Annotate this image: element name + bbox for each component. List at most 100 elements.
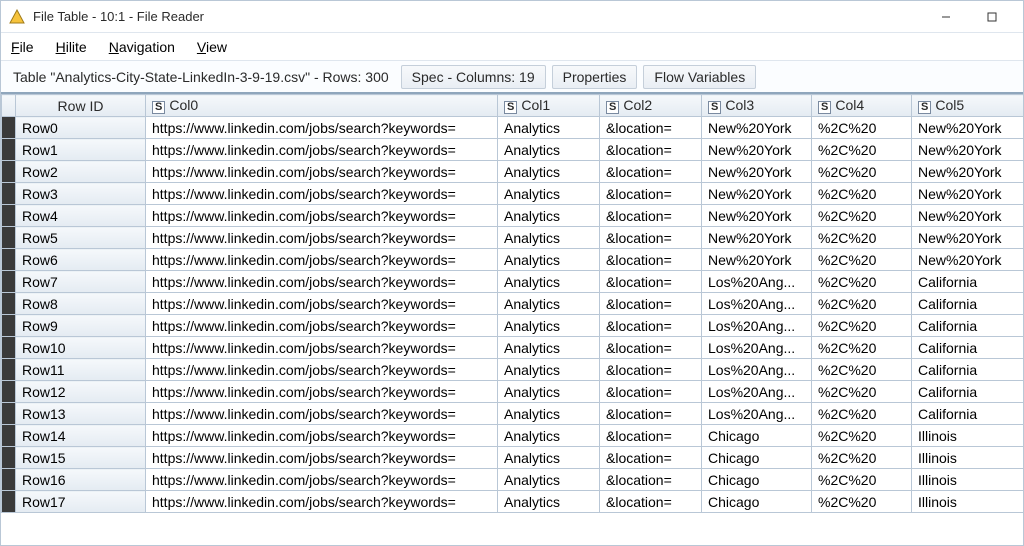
col-header-col2[interactable]: SCol2 [600,95,702,117]
data-cell[interactable]: Analytics [498,117,600,139]
table-row[interactable]: Row2https://www.linkedin.com/jobs/search… [2,161,1024,183]
data-cell[interactable]: %2C%20 [812,403,912,425]
data-cell[interactable]: Analytics [498,271,600,293]
data-cell[interactable]: New%20York [702,227,812,249]
data-cell[interactable]: &location= [600,447,702,469]
data-cell[interactable]: New%20York [912,117,1024,139]
data-cell[interactable]: https://www.linkedin.com/jobs/search?key… [146,315,498,337]
data-cell[interactable]: Los%20Ang... [702,381,812,403]
data-cell[interactable]: Chicago [702,425,812,447]
data-cell[interactable]: https://www.linkedin.com/jobs/search?key… [146,117,498,139]
data-cell[interactable]: %2C%20 [812,117,912,139]
data-grid[interactable]: Row ID SCol0 SCol1 SCol2 SCol3 SCol4 SCo… [1,94,1023,513]
data-cell[interactable]: &location= [600,161,702,183]
data-cell[interactable]: Analytics [498,425,600,447]
data-cell[interactable]: &location= [600,183,702,205]
data-cell[interactable]: %2C%20 [812,491,912,513]
data-cell[interactable]: Los%20Ang... [702,293,812,315]
data-cell[interactable]: %2C%20 [812,183,912,205]
data-cell[interactable]: California [912,359,1024,381]
data-cell[interactable]: Analytics [498,293,600,315]
data-cell[interactable]: Illinois [912,491,1024,513]
table-row[interactable]: Row12https://www.linkedin.com/jobs/searc… [2,381,1024,403]
rowid-cell[interactable]: Row11 [16,359,146,381]
data-cell[interactable]: New%20York [912,183,1024,205]
rowid-cell[interactable]: Row5 [16,227,146,249]
data-cell[interactable]: https://www.linkedin.com/jobs/search?key… [146,249,498,271]
data-cell[interactable]: &location= [600,227,702,249]
rowid-cell[interactable]: Row12 [16,381,146,403]
data-cell[interactable]: %2C%20 [812,205,912,227]
data-cell[interactable]: New%20York [912,227,1024,249]
data-cell[interactable]: &location= [600,139,702,161]
data-cell[interactable]: %2C%20 [812,447,912,469]
rowid-cell[interactable]: Row6 [16,249,146,271]
data-cell[interactable]: https://www.linkedin.com/jobs/search?key… [146,425,498,447]
data-cell[interactable]: Illinois [912,469,1024,491]
data-cell[interactable]: Los%20Ang... [702,271,812,293]
rowid-cell[interactable]: Row14 [16,425,146,447]
tab-properties[interactable]: Properties [552,65,638,89]
data-cell[interactable]: https://www.linkedin.com/jobs/search?key… [146,183,498,205]
data-cell[interactable]: https://www.linkedin.com/jobs/search?key… [146,205,498,227]
data-cell[interactable]: California [912,315,1024,337]
data-cell[interactable]: &location= [600,381,702,403]
rowid-cell[interactable]: Row16 [16,469,146,491]
menu-file[interactable]: File [7,37,38,57]
data-cell[interactable]: Analytics [498,139,600,161]
table-row[interactable]: Row16https://www.linkedin.com/jobs/searc… [2,469,1024,491]
data-cell[interactable]: %2C%20 [812,337,912,359]
data-cell[interactable]: &location= [600,315,702,337]
data-cell[interactable]: %2C%20 [812,161,912,183]
data-cell[interactable]: https://www.linkedin.com/jobs/search?key… [146,381,498,403]
data-cell[interactable]: %2C%20 [812,315,912,337]
menu-view[interactable]: View [193,37,231,57]
data-cell[interactable]: Analytics [498,161,600,183]
data-cell[interactable]: https://www.linkedin.com/jobs/search?key… [146,161,498,183]
table-row[interactable]: Row7https://www.linkedin.com/jobs/search… [2,271,1024,293]
data-cell[interactable]: https://www.linkedin.com/jobs/search?key… [146,139,498,161]
data-cell[interactable]: &location= [600,359,702,381]
data-cell[interactable]: Los%20Ang... [702,403,812,425]
data-cell[interactable]: &location= [600,337,702,359]
data-cell[interactable]: Los%20Ang... [702,315,812,337]
data-cell[interactable]: New%20York [702,161,812,183]
table-row[interactable]: Row9https://www.linkedin.com/jobs/search… [2,315,1024,337]
data-cell[interactable]: https://www.linkedin.com/jobs/search?key… [146,403,498,425]
data-cell[interactable]: https://www.linkedin.com/jobs/search?key… [146,293,498,315]
data-cell[interactable]: %2C%20 [812,293,912,315]
rowid-cell[interactable]: Row8 [16,293,146,315]
data-cell[interactable]: %2C%20 [812,425,912,447]
data-cell[interactable]: %2C%20 [812,227,912,249]
data-cell[interactable]: Analytics [498,183,600,205]
data-cell[interactable]: Analytics [498,359,600,381]
data-cell[interactable]: https://www.linkedin.com/jobs/search?key… [146,359,498,381]
table-row[interactable]: Row5https://www.linkedin.com/jobs/search… [2,227,1024,249]
data-cell[interactable]: California [912,381,1024,403]
rowid-cell[interactable]: Row4 [16,205,146,227]
rowid-cell[interactable]: Row17 [16,491,146,513]
data-cell[interactable]: Analytics [498,491,600,513]
rowid-header[interactable]: Row ID [16,95,146,117]
data-cell[interactable]: New%20York [912,205,1024,227]
rowid-cell[interactable]: Row10 [16,337,146,359]
col-header-col1[interactable]: SCol1 [498,95,600,117]
tab-spec[interactable]: Spec - Columns: 19 [401,65,546,89]
data-cell[interactable]: New%20York [912,249,1024,271]
data-cell[interactable]: Analytics [498,315,600,337]
col-header-col4[interactable]: SCol4 [812,95,912,117]
data-cell[interactable]: Chicago [702,447,812,469]
data-cell[interactable]: &location= [600,271,702,293]
data-cell[interactable]: California [912,403,1024,425]
rowid-cell[interactable]: Row0 [16,117,146,139]
maximize-button[interactable] [969,2,1015,32]
data-cell[interactable]: https://www.linkedin.com/jobs/search?key… [146,271,498,293]
data-cell[interactable]: &location= [600,117,702,139]
data-cell[interactable]: Illinois [912,447,1024,469]
rowid-cell[interactable]: Row3 [16,183,146,205]
data-cell[interactable]: New%20York [702,117,812,139]
data-cell[interactable]: New%20York [702,183,812,205]
rowid-cell[interactable]: Row15 [16,447,146,469]
data-cell[interactable]: Analytics [498,469,600,491]
data-cell[interactable]: %2C%20 [812,381,912,403]
